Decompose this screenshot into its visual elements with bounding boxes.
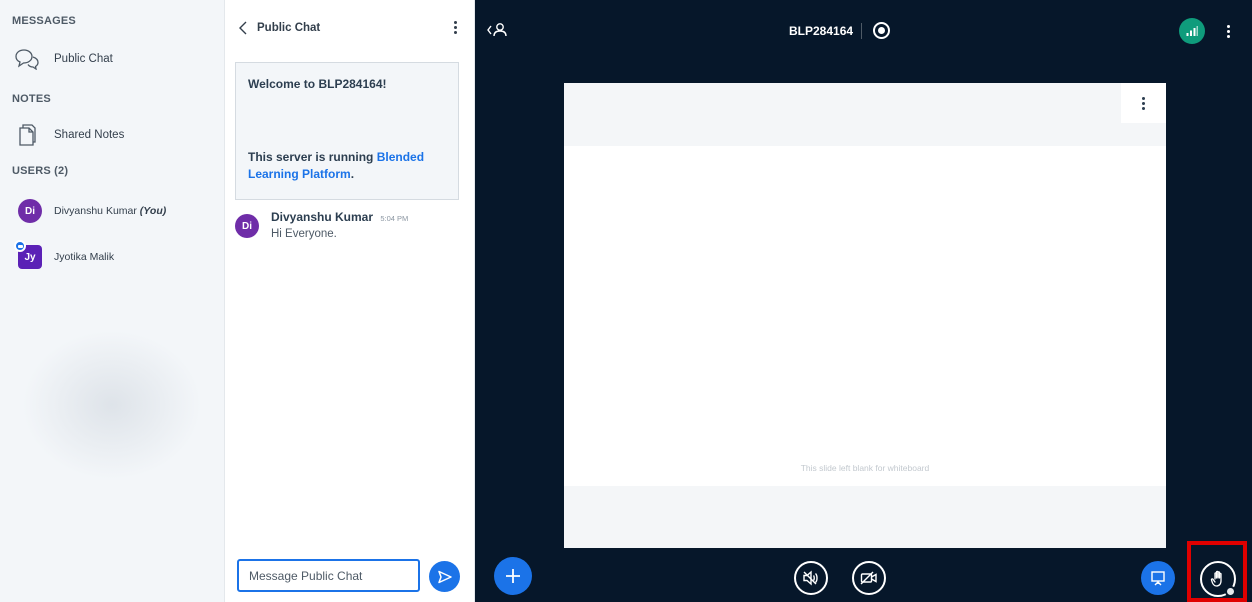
presentation-button[interactable]	[1141, 561, 1175, 595]
avatar-initials: Jy	[24, 251, 36, 263]
chat-bubbles-icon	[10, 45, 44, 73]
public-chat-nav-item[interactable]: Public Chat	[10, 41, 215, 77]
background-decoration	[22, 330, 202, 480]
document-icon	[10, 121, 44, 149]
send-button[interactable]	[429, 561, 460, 592]
actions-button[interactable]	[494, 557, 532, 595]
moderator-badge-icon	[14, 240, 26, 252]
message-header: Divyanshu Kumar 5:04 PM	[271, 210, 408, 224]
send-icon	[437, 570, 452, 583]
user-list-icon	[487, 23, 507, 37]
avatar: Di	[235, 214, 259, 238]
welcome-text-body: This server is running	[248, 150, 377, 164]
avatar: Di	[18, 199, 42, 223]
record-button[interactable]	[873, 22, 890, 39]
user-list-item[interactable]: Jy Jyotika Malik	[8, 237, 218, 277]
slide-caption: This slide left blank for whiteboard	[800, 463, 930, 473]
chat-panel: Public Chat Welcome to BLP284164! This s…	[225, 0, 475, 602]
plus-icon	[506, 569, 520, 583]
user-list-item[interactable]: Di Divyanshu Kumar (You)	[8, 191, 218, 231]
divider	[861, 23, 862, 39]
chat-message: Di Divyanshu Kumar 5:04 PM Hi Everyone.	[235, 210, 460, 240]
shared-notes-label: Shared Notes	[54, 129, 125, 141]
shared-notes-nav-item[interactable]: Shared Notes	[10, 117, 215, 153]
welcome-text: This server is running Blended Learning …	[248, 149, 444, 183]
speaker-icon	[803, 570, 818, 586]
video-button[interactable]	[852, 561, 886, 595]
notes-section-title: NOTES	[12, 93, 51, 105]
presentation-slide[interactable]: This slide left blank for whiteboard	[564, 83, 1166, 548]
presentation-icon	[1151, 571, 1165, 586]
slide-options-icon[interactable]	[1121, 83, 1166, 123]
messages-section-title: MESSAGES	[12, 15, 76, 27]
raise-hand-button[interactable]	[1200, 561, 1236, 597]
chat-options-icon[interactable]	[449, 18, 461, 36]
connection-status-button[interactable]	[1179, 18, 1205, 44]
avatar-initials: Di	[25, 205, 35, 217]
toggle-userlist-button[interactable]	[486, 21, 508, 39]
avatar-initials: Di	[242, 220, 252, 232]
avatar: Jy	[14, 240, 42, 269]
video-off-icon	[860, 571, 877, 585]
options-menu-icon[interactable]	[1224, 22, 1232, 40]
chevron-left-icon[interactable]	[235, 18, 251, 38]
public-chat-label: Public Chat	[54, 53, 113, 65]
user-list-panel: MESSAGES Public Chat NOTES Shared Notes …	[0, 0, 225, 602]
raise-hand-icon	[1210, 570, 1222, 587]
user-name: Divyanshu Kumar (You)	[54, 205, 166, 217]
chat-title[interactable]: Public Chat	[257, 22, 320, 34]
message-content: Divyanshu Kumar 5:04 PM Hi Everyone.	[271, 210, 408, 240]
message-sender: Divyanshu Kumar	[271, 210, 374, 224]
chat-message-input[interactable]	[237, 559, 420, 592]
message-time: 5:04 PM	[380, 214, 409, 223]
meeting-title: BLP284164	[789, 24, 854, 38]
welcome-heading: Welcome to BLP284164!	[248, 77, 387, 91]
users-section-title: USERS (2)	[12, 165, 69, 177]
whiteboard-canvas[interactable]	[564, 146, 1166, 486]
signal-bars-icon	[1186, 26, 1198, 36]
message-text: Hi Everyone.	[271, 228, 337, 240]
user-name-text: Divyanshu Kumar	[54, 205, 137, 217]
welcome-text-end: .	[350, 167, 355, 181]
user-name: Jyotika Malik	[54, 251, 115, 263]
welcome-message: Welcome to BLP284164! This server is run…	[235, 62, 459, 200]
status-indicator	[1225, 586, 1236, 597]
audio-button[interactable]	[794, 561, 828, 595]
chat-header: Public Chat	[235, 16, 465, 40]
presentation-area: BLP284164 This slide left blank for whit…	[475, 0, 1252, 602]
you-indicator: (You)	[139, 205, 167, 217]
